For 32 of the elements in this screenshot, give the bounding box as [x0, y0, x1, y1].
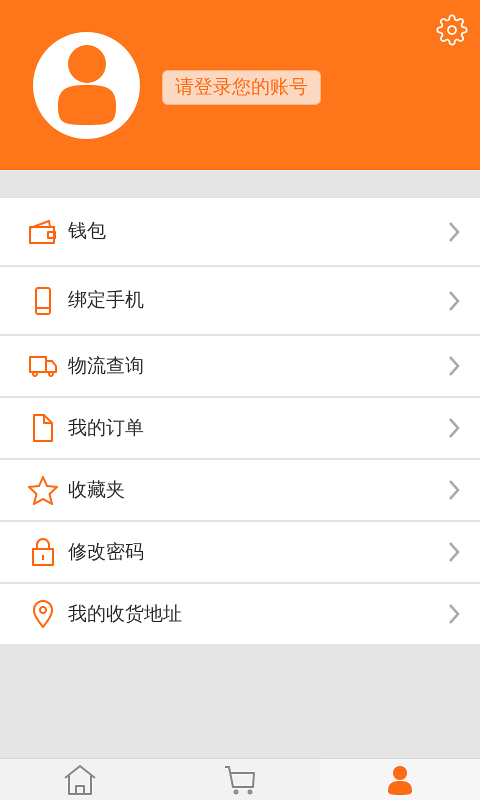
menu-label: 收藏夹: [68, 478, 126, 503]
user-icon: [387, 764, 413, 794]
star-icon: [27, 475, 59, 505]
menu-item[interactable]: 我的收货地址: [0, 584, 480, 644]
chevron-right-icon: [448, 603, 460, 625]
settings-icon[interactable]: [436, 14, 468, 46]
menu-item[interactable]: 钱包: [0, 198, 480, 265]
lock-icon: [31, 538, 55, 566]
menu-item[interactable]: 物流查询: [0, 336, 480, 396]
home-icon: [63, 764, 97, 796]
chevron-right-icon: [448, 220, 460, 242]
document-icon: [32, 414, 54, 442]
location-pin-icon: [32, 600, 54, 628]
menu-label: 物流查询: [68, 354, 145, 379]
menu-item[interactable]: 绑定手机: [0, 267, 480, 334]
menu-label: 修改密码: [68, 540, 145, 565]
wallet-icon: [29, 218, 57, 244]
chevron-right-icon: [448, 355, 460, 377]
chevron-right-icon: [448, 479, 460, 501]
phone-icon: [34, 286, 52, 314]
menu-label: 我的收货地址: [68, 602, 183, 627]
truck-icon: [29, 354, 57, 378]
chevron-right-icon: [448, 541, 460, 563]
menu-label: 绑定手机: [68, 288, 145, 314]
chevron-right-icon: [448, 417, 460, 439]
menu-label: 我的订单: [68, 416, 145, 441]
chevron-right-icon: [448, 290, 460, 312]
menu-item[interactable]: 我的订单: [0, 398, 480, 458]
menu-item[interactable]: 修改密码: [0, 522, 480, 582]
menu-item[interactable]: 收藏夹: [0, 460, 480, 520]
cart-icon: [223, 764, 257, 794]
menu-label: 钱包: [68, 219, 107, 244]
